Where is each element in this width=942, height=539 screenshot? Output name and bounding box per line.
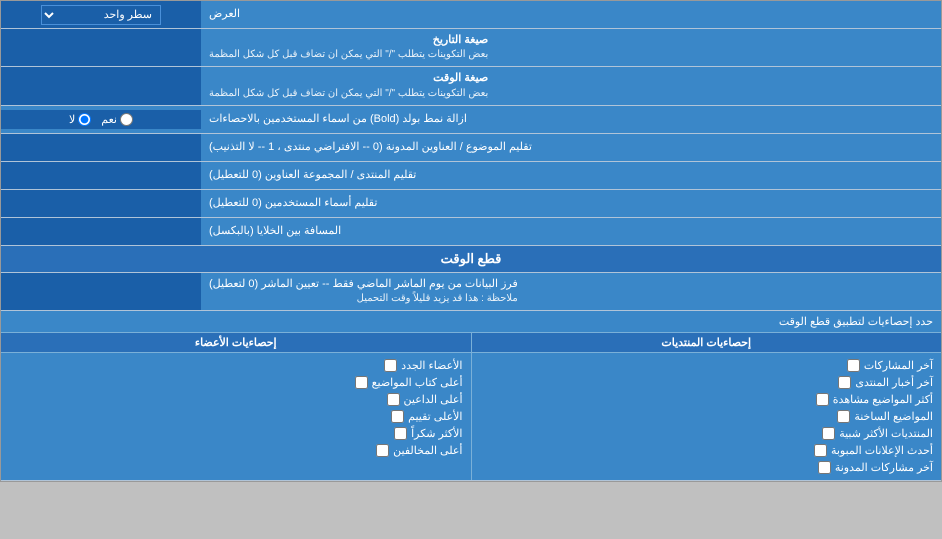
list-item: أعلى كتاب المواضيع [9,374,463,391]
checkboxes-col2: الأعضاء الجدد أعلى كتاب المواضيع أعلى ال… [1,353,471,480]
bold-no-radio[interactable] [78,113,91,126]
forum-trim-label: تقليم المنتدى / المجموعة العناوين (0 للت… [201,162,941,189]
date-format-label: صيغة التاريخ بعض التكوينات يتطلب "/" الت… [201,29,941,66]
spacing-input-container: 2 [1,218,201,245]
trimming-input-container: 33 [1,134,201,161]
chk-recent-topics-label[interactable]: المواضيع الساخنة [854,410,933,423]
chk-top-threads[interactable] [387,393,400,406]
list-item: أكثر المواضيع مشاهدة [480,391,934,408]
username-trim-input[interactable]: 0 [7,196,195,210]
chk-top-threads-label[interactable]: أعلى الداعين [404,393,463,406]
list-item: آخر المشاركات [480,357,934,374]
chk-top-lurkers-label[interactable]: أعلى المخالفين [393,444,462,457]
username-trim-label: تقليم أسماء المستخدمين (0 للتعطيل) [201,190,941,217]
list-item: الأعلى تقييم [9,408,463,425]
time-format-title: صيغة الوقت [209,71,488,86]
bold-yes-radio[interactable] [120,113,133,126]
chk-top-posters[interactable] [355,376,368,389]
date-format-input[interactable]: d-m [7,41,195,55]
bold-removal-text: ازالة نمط بولد (Bold) من اسماء المستخدمي… [209,112,467,127]
header-dropdown-container: سطر واحد [1,1,201,28]
bold-radio-container: نعم لا [1,110,201,129]
display-dropdown[interactable]: سطر واحد [41,5,161,25]
time-format-sublabel: بعض التكوينات يتطلب "/" التي يمكن ان تضا… [209,87,488,101]
chk-pinned-shares[interactable] [818,461,831,474]
chk-recent-ads[interactable] [814,444,827,457]
username-trim-input-container: 0 [1,190,201,217]
date-format-title: صيغة التاريخ [209,33,488,48]
date-format-sublabel: بعض التكوينات يتطلب "/" التي يمكن ان تضا… [209,48,488,62]
cutoff-section-header: قطع الوقت [1,246,941,273]
username-trim-text: تقليم أسماء المستخدمين (0 للتعطيل) [209,196,377,211]
trimming-input[interactable]: 33 [7,140,195,154]
list-item: آخر مشاركات المدونة [480,459,934,476]
time-format-input[interactable]: H:i [7,79,195,93]
chk-most-viewed-label[interactable]: أكثر المواضيع مشاهدة [833,393,933,406]
cutoff-title: فرز البيانات من يوم الماشر الماضي فقط --… [209,277,518,292]
list-item: آخر أخبار المنتدى [480,374,934,391]
bold-yes-label[interactable]: نعم [101,113,133,126]
chk-top-lurkers[interactable] [376,444,389,457]
trimming-text: تقليم الموضوع / العناوين المدونة (0 -- ا… [209,140,532,155]
chk-recent-topics[interactable] [837,410,850,423]
chk-shares-label[interactable]: آخر المشاركات [864,359,933,372]
col2-header: إحصاءيات الأعضاء [1,333,471,352]
chk-recent-ads-label[interactable]: أحدث الإعلانات المبوبة [831,444,933,457]
checkboxes-col1: آخر المشاركات آخر أخبار المنتدى أكثر الم… [471,353,942,480]
chk-similar-forums-label[interactable]: المنتديات الأكثر شبية [839,427,933,440]
time-format-input-container: H:i [1,67,201,104]
bold-removal-label: ازالة نمط بولد (Bold) من اسماء المستخدمي… [201,108,941,131]
list-item: الأعضاء الجدد [9,357,463,374]
checkboxes-section: حدد إحصاءيات لتطبيق قطع الوقت إحصاءيات ا… [1,311,941,481]
spacing-input[interactable]: 2 [7,224,195,238]
forum-trim-input[interactable]: 33 [7,168,195,182]
forum-trim-input-container: 33 [1,162,201,189]
chk-top-posters-label[interactable]: أعلى كتاب المواضيع [372,376,463,389]
spacing-text: المسافة بين الخلايا (بالبكسل) [209,224,341,239]
checkboxes-header: إحصاءيات المنتديات إحصاءيات الأعضاء [1,333,941,353]
display-label: العرض [201,1,941,28]
chk-most-thanks-label[interactable]: الأكثر شكراً [411,427,462,440]
list-item: المنتديات الأكثر شبية [480,425,934,442]
list-item: المواضيع الساخنة [480,408,934,425]
chk-most-thanks[interactable] [394,427,407,440]
chk-shares[interactable] [847,359,860,372]
chk-new-members-label[interactable]: الأعضاء الجدد [401,359,462,372]
forum-trim-text: تقليم المنتدى / المجموعة العناوين (0 للت… [209,168,416,183]
spacing-label: المسافة بين الخلايا (بالبكسل) [201,218,941,245]
date-format-input-container: d-m [1,29,201,66]
chk-most-viewed[interactable] [816,393,829,406]
chk-pinned-shares-label[interactable]: آخر مشاركات المدونة [835,461,933,474]
trimming-label: تقليم الموضوع / العناوين المدونة (0 -- ا… [201,134,941,161]
chk-top-rated-label[interactable]: الأعلى تقييم [408,410,462,423]
cutoff-label: فرز البيانات من يوم الماشر الماضي فقط --… [201,273,941,310]
cutoff-sublabel: ملاحظة : هذا قد يزيد قليلاً وقت التحميل [209,292,518,306]
bold-no-label[interactable]: لا [69,113,91,126]
cutoff-input-container: 0 [1,273,201,310]
chk-forum-news-label[interactable]: آخر أخبار المنتدى [855,376,933,389]
checkboxes-content: آخر المشاركات آخر أخبار المنتدى أكثر الم… [1,353,941,480]
chk-top-rated[interactable] [391,410,404,423]
chk-forum-news[interactable] [838,376,851,389]
col1-header: إحصاءيات المنتديات [471,333,942,352]
chk-similar-forums[interactable] [822,427,835,440]
limit-label: حدد إحصاءيات لتطبيق قطع الوقت [779,316,933,328]
list-item: أحدث الإعلانات المبوبة [480,442,934,459]
cutoff-input[interactable]: 0 [7,284,195,298]
list-item: الأكثر شكراً [9,425,463,442]
chk-new-members[interactable] [384,359,397,372]
list-item: أعلى الداعين [9,391,463,408]
time-format-label: صيغة الوقت بعض التكوينات يتطلب "/" التي … [201,67,941,104]
list-item: أعلى المخالفين [9,442,463,459]
header-title: العرض [209,7,240,22]
